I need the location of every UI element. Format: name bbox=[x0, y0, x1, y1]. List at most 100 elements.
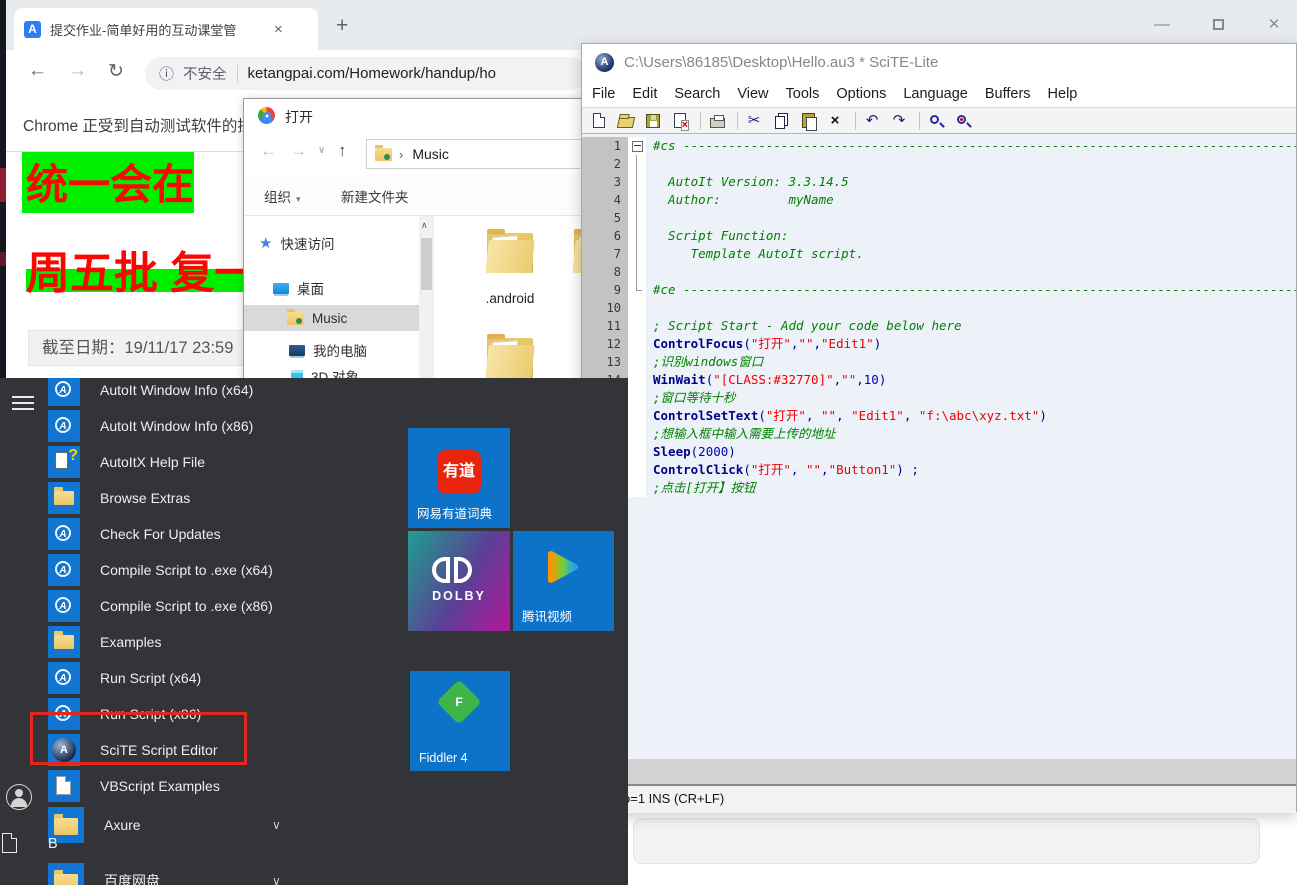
code-editor[interactable]: 1 #cs -----------------------------------… bbox=[582, 134, 1296, 758]
code-line[interactable]: 7 Template AutoIt script. bbox=[582, 245, 1296, 263]
breadcrumb-location[interactable]: Music bbox=[412, 146, 449, 162]
code-line[interactable]: 11 ; Script Start - Add your code below h… bbox=[582, 317, 1296, 335]
menu-buffers[interactable]: Buffers bbox=[985, 86, 1031, 102]
window-minimize-button[interactable]: — bbox=[1139, 10, 1185, 40]
open-file-icon[interactable] bbox=[616, 112, 636, 130]
window-maximize-button[interactable] bbox=[1195, 10, 1241, 40]
start-menu-item-label: AutoIt Window Info (x86) bbox=[100, 418, 254, 434]
user-account-icon[interactable] bbox=[6, 784, 32, 810]
editor-horizontal-scrollbar[interactable] bbox=[582, 758, 1296, 784]
fold-marker-icon[interactable] bbox=[628, 137, 646, 155]
tab-close-icon[interactable]: × bbox=[274, 21, 283, 38]
code-line[interactable]: 16ControlSetText("打开", "", "Edit1", "f:\… bbox=[582, 407, 1296, 425]
undo-icon[interactable]: ↶ bbox=[863, 112, 881, 130]
menu-view[interactable]: View bbox=[737, 86, 768, 102]
sidebar-item-desktop[interactable]: 桌面 bbox=[273, 275, 324, 301]
dialog-forward-button[interactable]: → bbox=[290, 141, 307, 161]
menu-language[interactable]: Language bbox=[903, 86, 968, 102]
code-line[interactable]: 1 #cs -----------------------------------… bbox=[582, 137, 1296, 155]
scite-titlebar[interactable]: A C:\Users\86185\Desktop\Hello.au3 * Sci… bbox=[582, 44, 1296, 81]
code-line[interactable]: 17;想输入框中输入需要上传的地址 bbox=[582, 425, 1296, 443]
organize-button[interactable]: 组织 ▾ bbox=[264, 186, 301, 206]
scrollbar-thumb[interactable] bbox=[421, 238, 432, 290]
start-menu-item-check-for-updates[interactable]: A Check For Updates bbox=[48, 516, 221, 552]
code-line[interactable]: 15;窗口等待十秒 bbox=[582, 389, 1296, 407]
sidebar-item-my-computer[interactable]: 我的电脑 bbox=[289, 337, 367, 363]
start-menu-item-baidu[interactable]: 百度网盘 bbox=[48, 860, 160, 885]
code-line[interactable]: 5 bbox=[582, 209, 1296, 227]
page-info-icon[interactable]: ⓘ bbox=[159, 63, 174, 84]
start-menu-item-autoit-window-info-x64-[interactable]: A AutoIt Window Info (x64) bbox=[48, 378, 253, 408]
tab-title: 提交作业-简单好用的互动课堂管 bbox=[50, 22, 237, 38]
code-line[interactable]: 20;点击[打开】按钮 bbox=[582, 479, 1296, 497]
find-next-icon[interactable] bbox=[954, 112, 972, 130]
tile-fiddler[interactable]: F Fiddler 4 bbox=[410, 671, 510, 771]
sidebar-item-music-selected[interactable]: Music bbox=[244, 305, 420, 331]
code-line[interactable]: 18Sleep(2000) bbox=[582, 443, 1296, 461]
line-number: 4 bbox=[582, 191, 628, 209]
code-line[interactable]: 8 bbox=[582, 263, 1296, 281]
dialog-back-button[interactable]: ← bbox=[260, 141, 277, 161]
redo-icon[interactable]: ↷ bbox=[890, 112, 908, 130]
new-file-icon[interactable] bbox=[590, 112, 608, 130]
tile-dolby[interactable]: DOLBY bbox=[408, 531, 510, 631]
print-icon[interactable] bbox=[708, 112, 726, 130]
window-close-button[interactable]: × bbox=[1251, 10, 1297, 40]
cut-icon[interactable]: ✂ bbox=[745, 112, 763, 130]
folder-item-android[interactable] bbox=[485, 229, 535, 273]
folder-item-row2[interactable] bbox=[485, 334, 535, 378]
paste-icon[interactable] bbox=[799, 112, 817, 131]
folder-label-android[interactable]: .android bbox=[470, 291, 550, 306]
start-menu-item-label: AutoItX Help File bbox=[100, 454, 206, 470]
find-icon[interactable] bbox=[927, 112, 945, 130]
chevron-down-icon[interactable]: ∨ bbox=[272, 874, 281, 885]
code-line[interactable]: 14WinWait("[CLASS:#32770]","",10) bbox=[582, 371, 1296, 389]
sidebar-item-quick-access[interactable]: ★ 快速访问 bbox=[259, 230, 334, 256]
dialog-history-dropdown-icon[interactable]: ∨ bbox=[318, 145, 325, 156]
start-menu-section-header[interactable]: B bbox=[48, 836, 58, 852]
start-menu-item-browse-extras[interactable]: Browse Extras bbox=[48, 480, 190, 516]
address-bar[interactable]: ⓘ 不安全 ketangpai.com/Homework/handup/ho bbox=[145, 57, 587, 90]
menu-search[interactable]: Search bbox=[674, 86, 720, 102]
start-menu-item-autoitx-help-file[interactable]: ? AutoItX Help File bbox=[48, 444, 205, 480]
forward-button[interactable]: → bbox=[68, 60, 87, 82]
new-folder-button[interactable]: 新建文件夹 bbox=[341, 186, 409, 206]
reload-button[interactable]: ↻ bbox=[108, 60, 124, 83]
back-button[interactable]: ← bbox=[28, 60, 47, 82]
menu-edit[interactable]: Edit bbox=[632, 86, 657, 102]
chevron-down-icon[interactable]: ∨ bbox=[272, 818, 281, 832]
code-line[interactable]: 12 ControlFocus("打开","","Edit1") bbox=[582, 335, 1296, 353]
start-menu-item-compile-script-to-exe-x86-[interactable]: A Compile Script to .exe (x86) bbox=[48, 588, 273, 624]
browser-tab[interactable]: A 提交作业-简单好用的互动课堂管 × bbox=[14, 8, 318, 50]
hamburger-menu-icon[interactable] bbox=[12, 396, 34, 410]
code-line[interactable]: 13 ;识别windows窗口 bbox=[582, 353, 1296, 371]
tile-youdao-dictionary[interactable]: 有道 网易有道词典 bbox=[408, 428, 510, 528]
documents-icon[interactable] bbox=[2, 833, 17, 853]
start-menu-item-autoit-window-info-x86-[interactable]: A AutoIt Window Info (x86) bbox=[48, 408, 253, 444]
code-line[interactable]: 3 AutoIt Version: 3.3.14.5 bbox=[582, 173, 1296, 191]
menu-tools[interactable]: Tools bbox=[786, 86, 820, 102]
tile-tencent-video[interactable]: 腾讯视频 bbox=[513, 531, 614, 631]
code-line[interactable]: 9 #ce -----------------------------------… bbox=[582, 281, 1296, 299]
code-line[interactable]: 10 bbox=[582, 299, 1296, 317]
start-menu-item-vbscript-examples[interactable]: VBScript Examples bbox=[48, 768, 220, 804]
code-line[interactable]: 4 Author: myName bbox=[582, 191, 1296, 209]
new-tab-button[interactable]: + bbox=[336, 14, 348, 38]
menu-options[interactable]: Options bbox=[836, 86, 886, 102]
menu-file[interactable]: File bbox=[592, 86, 615, 102]
copy-icon[interactable] bbox=[772, 112, 790, 130]
scrollbar-up-icon[interactable]: ∧ bbox=[421, 220, 428, 231]
close-file-icon[interactable] bbox=[671, 112, 689, 131]
save-file-icon[interactable] bbox=[644, 112, 662, 130]
start-menu-item-axure[interactable]: Axure bbox=[48, 804, 141, 846]
delete-icon[interactable]: × bbox=[826, 112, 844, 130]
dialog-up-button[interactable]: ↑ bbox=[338, 141, 347, 161]
code-line[interactable]: 6 Script Function: bbox=[582, 227, 1296, 245]
code-line[interactable]: 2 bbox=[582, 155, 1296, 173]
start-menu-item-examples[interactable]: Examples bbox=[48, 624, 161, 660]
menu-help[interactable]: Help bbox=[1048, 86, 1078, 102]
start-menu-item-run-script-x64-[interactable]: A Run Script (x64) bbox=[48, 660, 201, 696]
line-number: 9 bbox=[582, 281, 628, 299]
code-line[interactable]: 19ControlClick("打开", "","Button1") ; bbox=[582, 461, 1296, 479]
start-menu-item-compile-script-to-exe-x64-[interactable]: A Compile Script to .exe (x64) bbox=[48, 552, 273, 588]
